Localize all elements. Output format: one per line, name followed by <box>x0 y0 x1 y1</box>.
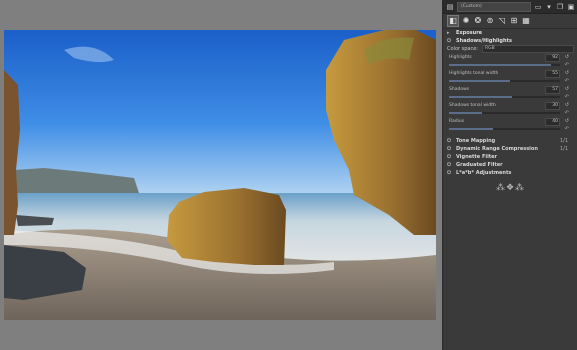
color-space-row: Color space: RGB <box>447 45 574 53</box>
slider-shadows[interactable]: Shadows 57 ↺ ↶ <box>447 85 574 101</box>
slider-label: Shadows <box>449 87 470 92</box>
slider-fill <box>449 128 494 130</box>
tool-label: Vignette Filter <box>456 154 498 160</box>
slider-shadows-tonal-width[interactable]: Shadows tonal width 30 ↺ ↶ <box>447 101 574 117</box>
tool-count: 1/1 <box>559 138 568 144</box>
slider-value-field[interactable]: 55 <box>545 70 560 78</box>
image-canvas-area[interactable] <box>0 0 442 350</box>
slider-highlights[interactable]: Highlights 92 ↺ ↶ <box>447 53 574 69</box>
slider-label: Radius <box>449 119 465 124</box>
tool-vignette-filter[interactable]: ⏻ Vignette Filter <box>447 153 574 161</box>
slider-label: Highlights <box>449 55 472 60</box>
tool-tone-mapping[interactable]: ⏻ Tone Mapping 1/1 <box>447 137 574 145</box>
profile-icon[interactable]: ▤ <box>446 3 454 11</box>
slider-track[interactable] <box>449 128 560 130</box>
tool-panel: ▤ (Custom) ▭ ▾ ❐ ▣ ◧ ✺ ❂ ⊚ ◹ ⊞ ▦ ▸ Expos… <box>442 0 577 350</box>
color-space-label: Color space: <box>447 46 478 52</box>
ornament-divider-icon: ⁂❖⁂ <box>495 183 526 193</box>
tool-l-a-b-adjustments[interactable]: ⏻ L*a*b* Adjustments <box>447 169 574 177</box>
slider-fill <box>449 96 513 98</box>
slider-track[interactable] <box>449 80 560 82</box>
tool-label: Dynamic Range Compression <box>456 146 538 152</box>
tools-list: ▸ Exposure ⏻ Shadows/Highlights Color sp… <box>443 29 577 193</box>
exposure-tab-icon[interactable]: ◧ <box>447 15 459 27</box>
slider-track[interactable] <box>449 64 560 66</box>
raw-tab-icon[interactable]: ⊞ <box>509 16 519 26</box>
reset-default-icon[interactable]: ↶ <box>565 78 569 84</box>
reset-icon[interactable]: ↺ <box>565 70 569 76</box>
shadows-highlights-label: Shadows/Highlights <box>456 38 512 44</box>
reset-icon[interactable]: ↺ <box>565 86 569 92</box>
expand-icon: ▸ <box>447 30 450 36</box>
copy-icon[interactable]: ❐ <box>556 3 564 11</box>
tool-label: Graduated Filter <box>456 162 503 168</box>
reset-icon[interactable]: ↺ <box>565 54 569 60</box>
slider-fill <box>449 64 552 66</box>
preview-photo[interactable] <box>4 30 436 320</box>
open-icon[interactable]: ▭ <box>534 3 542 11</box>
slider-label: Highlights tonal width <box>449 71 499 76</box>
reset-default-icon[interactable]: ↶ <box>565 62 569 68</box>
save-icon[interactable]: ▾ <box>545 3 553 11</box>
slider-highlights-tonal-width[interactable]: Highlights tonal width 55 ↺ ↶ <box>447 69 574 85</box>
power-icon[interactable]: ⏻ <box>447 153 453 161</box>
profile-select[interactable]: (Custom) <box>457 1 531 12</box>
color-space-select[interactable]: RGB <box>482 45 574 53</box>
metadata-tab-icon[interactable]: ▦ <box>521 16 531 26</box>
reset-icon[interactable]: ↺ <box>565 118 569 124</box>
reset-default-icon[interactable]: ↶ <box>565 94 569 100</box>
power-icon[interactable]: ⏻ <box>447 145 453 153</box>
power-icon[interactable]: ⏻ <box>447 137 453 145</box>
advanced-tab-icon[interactable]: ⊚ <box>485 16 495 26</box>
reset-icon[interactable]: ↺ <box>565 102 569 108</box>
tool-graduated-filter[interactable]: ⏻ Graduated Filter <box>447 161 574 169</box>
exposure-label: Exposure <box>456 30 483 36</box>
slider-value-field[interactable]: 92 <box>545 54 560 62</box>
reset-default-icon[interactable]: ↶ <box>565 126 569 132</box>
power-icon[interactable]: ⏻ <box>447 169 453 177</box>
slider-radius[interactable]: Radius 40 ↺ ↶ <box>447 117 574 133</box>
slider-fill <box>449 80 511 82</box>
exposure-section[interactable]: ▸ Exposure <box>447 29 574 37</box>
transform-tab-icon[interactable]: ◹ <box>497 16 507 26</box>
slider-value-field[interactable]: 40 <box>545 118 560 126</box>
power-icon[interactable]: ⏻ <box>447 37 453 45</box>
tool-count: 1/1 <box>559 146 568 152</box>
slider-label: Shadows tonal width <box>449 103 496 108</box>
profile-toolbar: ▤ (Custom) ▭ ▾ ❐ ▣ <box>443 0 577 14</box>
slider-track[interactable] <box>449 112 560 114</box>
slider-fill <box>449 112 483 114</box>
detail-tab-icon[interactable]: ✺ <box>461 16 471 26</box>
tool-label: Tone Mapping <box>456 138 496 144</box>
slider-value-field[interactable]: 30 <box>545 102 560 110</box>
slider-track[interactable] <box>449 96 560 98</box>
power-icon[interactable]: ⏻ <box>447 161 453 169</box>
tool-tabs: ◧ ✺ ❂ ⊚ ◹ ⊞ ▦ <box>443 14 577 29</box>
shadows-highlights-section[interactable]: ⏻ Shadows/Highlights <box>447 37 574 45</box>
color-tab-icon[interactable]: ❂ <box>473 16 483 26</box>
slider-value-field[interactable]: 57 <box>545 86 560 94</box>
tool-dynamic-range-compression[interactable]: ⏻ Dynamic Range Compression 1/1 <box>447 145 574 153</box>
tool-label: L*a*b* Adjustments <box>456 170 512 176</box>
paste-icon[interactable]: ▣ <box>567 3 575 11</box>
reset-default-icon[interactable]: ↶ <box>565 110 569 116</box>
beach-rock-photo <box>4 30 436 320</box>
